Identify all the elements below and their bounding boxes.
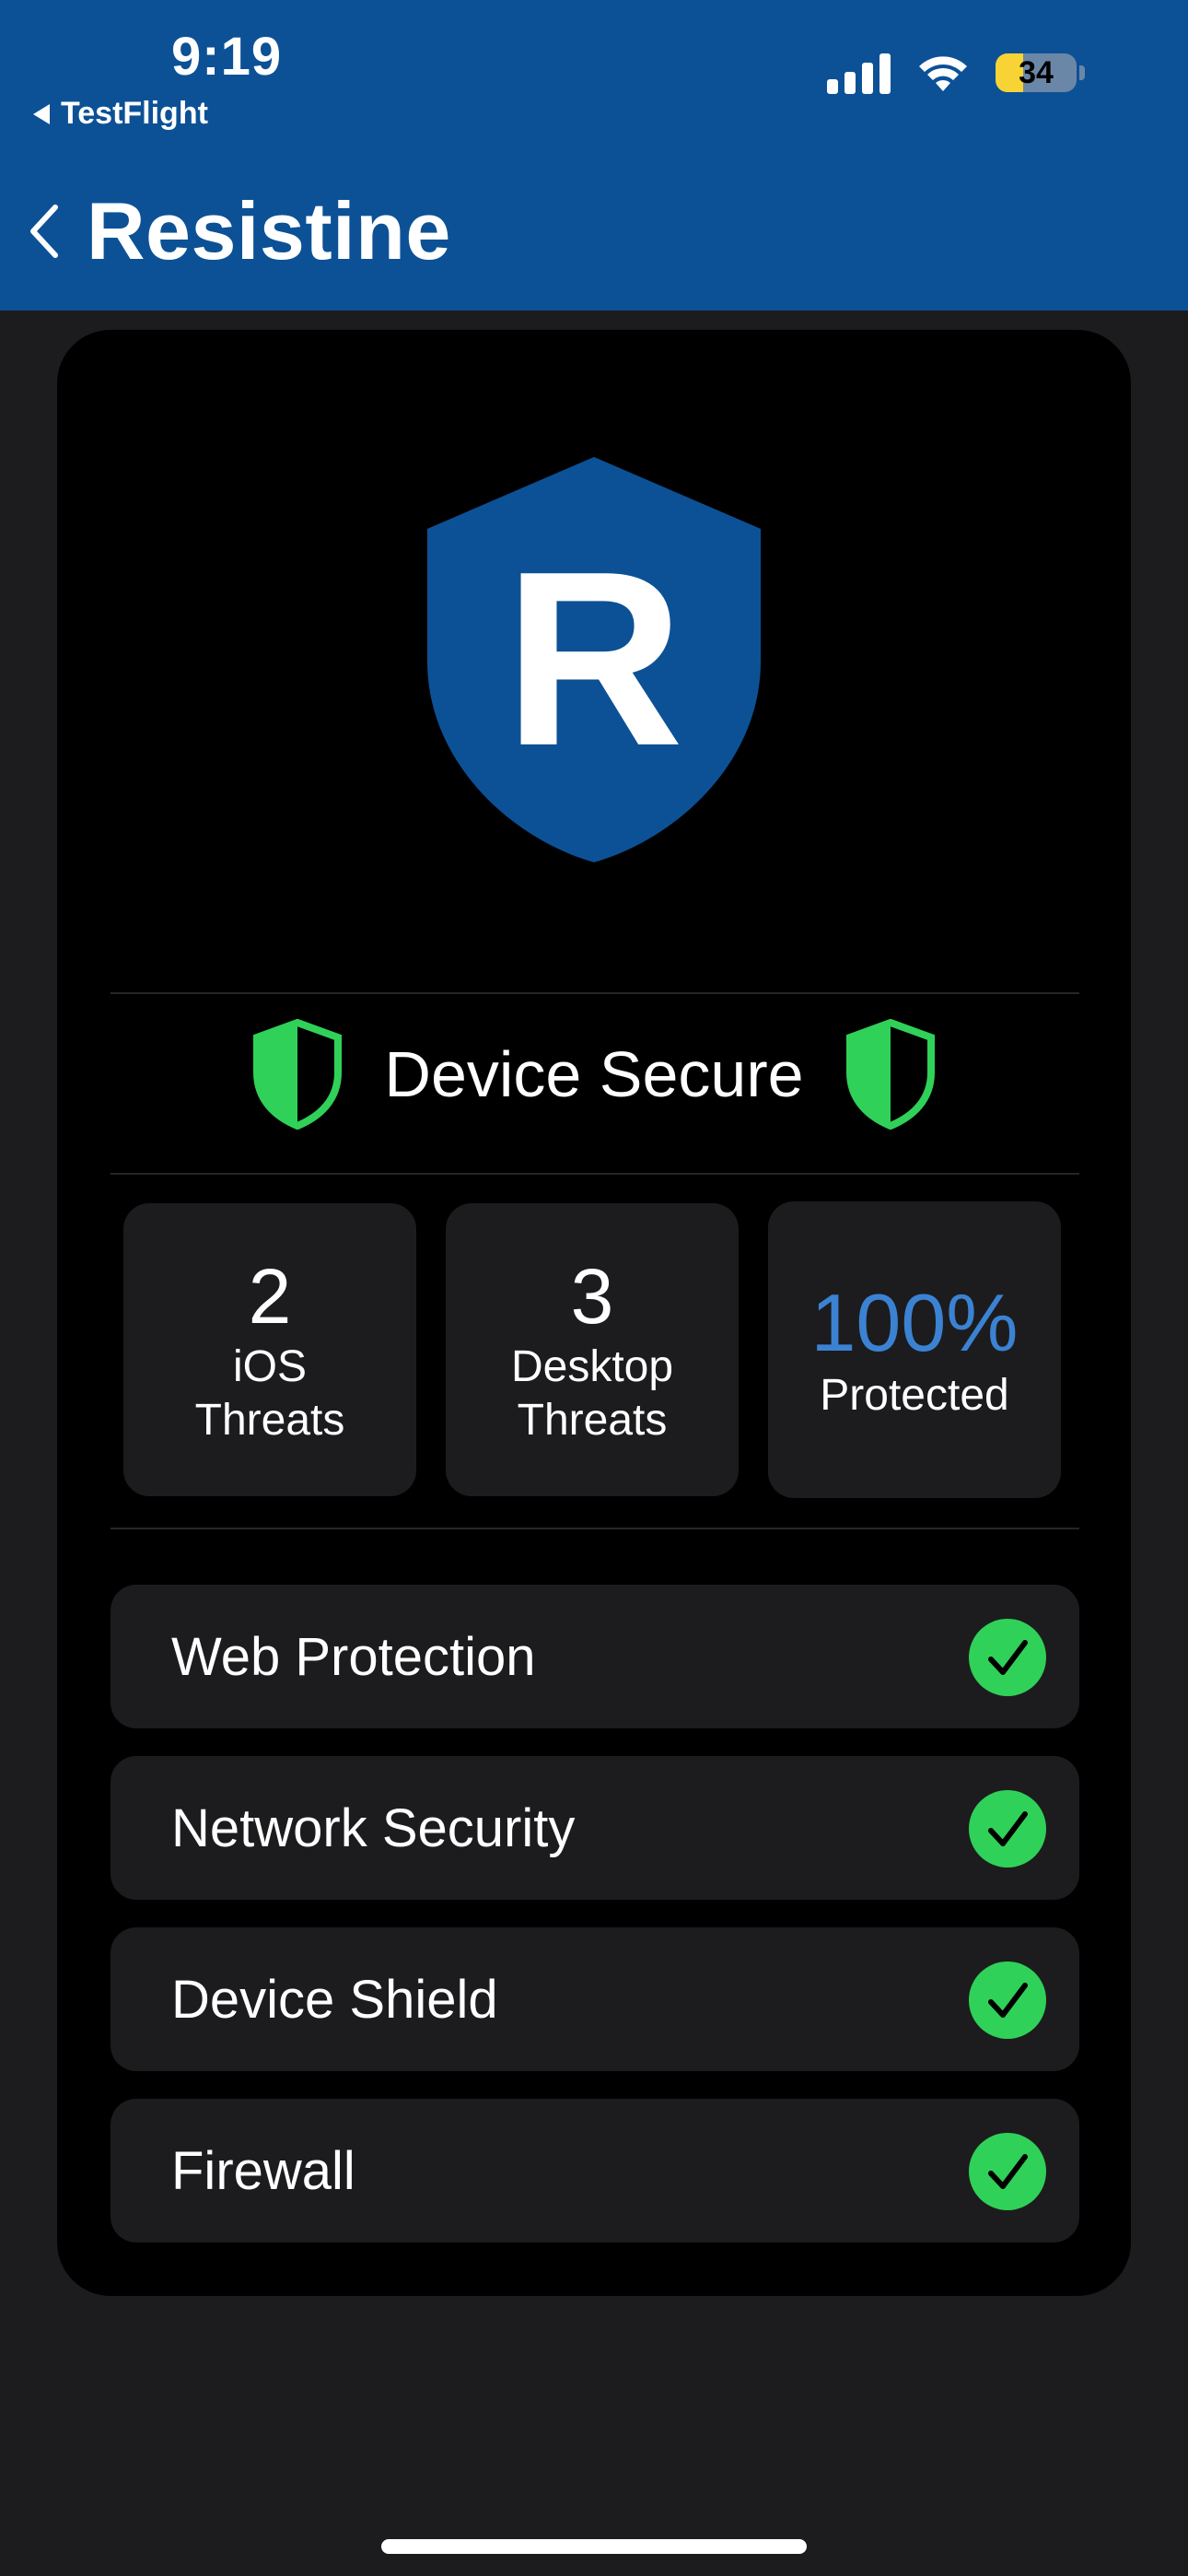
device-status-row: Device Secure xyxy=(57,1019,1131,1130)
check-circle-icon xyxy=(969,1790,1046,1868)
stat-value: 100% xyxy=(810,1277,1019,1368)
threat-stats: 2 iOS Threats 3 Desktop Threats 100% Pro… xyxy=(123,1201,1065,1500)
battery-icon: 34 xyxy=(996,53,1077,92)
logo-letter: R xyxy=(505,521,684,798)
page-title: Resistine xyxy=(87,185,451,276)
resistine-shield-logo: R xyxy=(427,457,761,862)
device-status-label: Device Secure xyxy=(384,1038,804,1110)
stat-label: Desktop Threats xyxy=(510,1342,674,1445)
app-header: 9:19 TestFlight 34 Resistine xyxy=(0,0,1188,310)
shield-half-icon xyxy=(845,1019,935,1130)
status-time: 9:19 xyxy=(171,27,283,87)
stat-value: 2 xyxy=(248,1253,292,1340)
feature-firewall[interactable]: Firewall xyxy=(111,2099,1079,2242)
divider xyxy=(111,1528,1079,1529)
stat-label: Protected xyxy=(820,1371,1009,1420)
feature-label: Firewall xyxy=(171,2140,355,2201)
back-arrow-icon xyxy=(33,103,50,124)
feature-device-shield[interactable]: Device Shield xyxy=(111,1927,1079,2071)
stat-desktop-threats[interactable]: 3 Desktop Threats xyxy=(446,1203,739,1496)
security-card: R Device Secure 2 iOS Threats 3 Desktop … xyxy=(57,330,1131,2296)
wifi-icon xyxy=(919,56,967,91)
feature-web-protection[interactable]: Web Protection xyxy=(111,1585,1079,1728)
back-to-app-button[interactable]: TestFlight xyxy=(33,96,208,132)
divider xyxy=(111,1173,1079,1175)
feature-network-security[interactable]: Network Security xyxy=(111,1756,1079,1900)
feature-label: Web Protection xyxy=(171,1626,536,1687)
check-circle-icon xyxy=(969,2133,1046,2210)
feature-label: Device Shield xyxy=(171,1969,498,2030)
check-circle-icon xyxy=(969,1619,1046,1696)
stat-value: 3 xyxy=(570,1253,614,1340)
shield-half-icon xyxy=(253,1019,343,1130)
stat-label: iOS Threats xyxy=(194,1342,345,1445)
stat-ios-threats[interactable]: 2 iOS Threats xyxy=(123,1203,416,1496)
chevron-left-icon[interactable] xyxy=(28,204,61,259)
check-circle-icon xyxy=(969,1961,1046,2039)
feature-label: Network Security xyxy=(171,1797,576,1858)
cellular-signal-icon xyxy=(827,52,891,94)
stat-protected[interactable]: 100% Protected xyxy=(768,1201,1061,1498)
battery-level: 34 xyxy=(1019,54,1054,90)
home-indicator[interactable] xyxy=(381,2539,807,2554)
back-app-label: TestFlight xyxy=(61,96,208,131)
divider xyxy=(111,992,1079,994)
status-indicators: 34 xyxy=(827,52,1085,94)
